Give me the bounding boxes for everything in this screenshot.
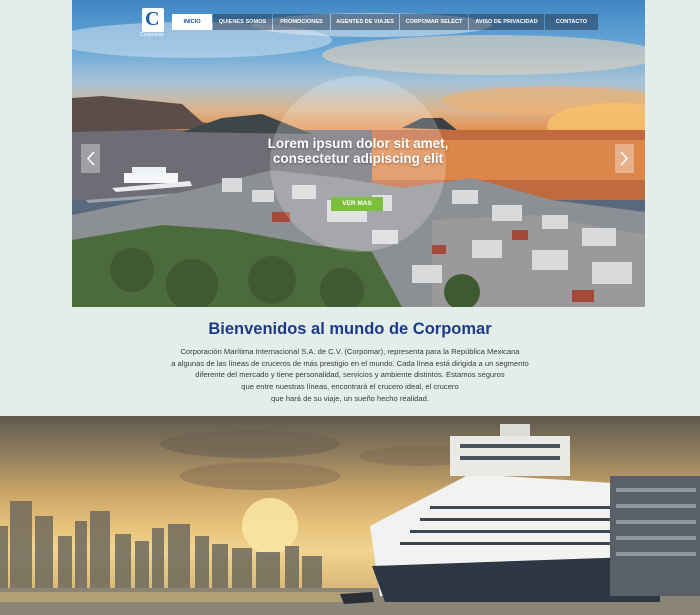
logo-mark-icon: C (145, 8, 160, 30)
hero-slider: C Corpomar INICIO QUIENES SOMOS PROMOCIO… (72, 0, 645, 307)
main-nav: INICIO QUIENES SOMOS PROMOCIONES AGENTES… (172, 14, 599, 30)
nav-item-contacto[interactable]: CONTACTO (545, 14, 598, 30)
ver-mas-button[interactable]: VER MAS (331, 197, 383, 211)
nav-item-corpomar-select[interactable]: CORPOMAR SELECT (400, 14, 468, 30)
hero-headline: Lorem ipsum dolor sit amet, consectetur … (267, 136, 449, 166)
nav-item-aviso-de-privacidad[interactable]: AVISO DE PRIVACIDAD (469, 14, 544, 30)
welcome-line: que entre nuestras líneas, encontrará el… (241, 382, 459, 392)
chevron-left-icon (86, 151, 95, 166)
nav-item-inicio[interactable]: INICIO (172, 14, 212, 30)
welcome-title: Bienvenidos al mundo de Corpomar (208, 320, 492, 338)
cruise-ship-image (0, 424, 700, 615)
nav-item-quienes-somos[interactable]: QUIENES SOMOS (213, 14, 272, 30)
brand-logo[interactable]: C (142, 8, 164, 32)
slider-prev-button[interactable] (81, 144, 100, 173)
welcome-line: que hará de su viaje, un sueño hecho rea… (271, 393, 429, 403)
welcome-line: a algunas de las líneas de cruceros de m… (171, 358, 529, 368)
cruise-banner (0, 416, 700, 615)
chevron-right-icon (620, 151, 629, 166)
slider-next-button[interactable] (615, 144, 634, 173)
welcome-line: diferente del mercado y tiene personalid… (195, 370, 505, 380)
welcome-line: Corporación Marítima Internacional S.A. … (180, 347, 520, 356)
logo-text: Corpomar (140, 32, 164, 38)
welcome-text: Corporación Marítima Internacional S.A. … (150, 346, 550, 405)
nav-item-agentes-de-viajes[interactable]: AGENTES DE VIAJES (331, 14, 399, 30)
nav-item-promociones[interactable]: PROMOCIONES (273, 14, 330, 30)
